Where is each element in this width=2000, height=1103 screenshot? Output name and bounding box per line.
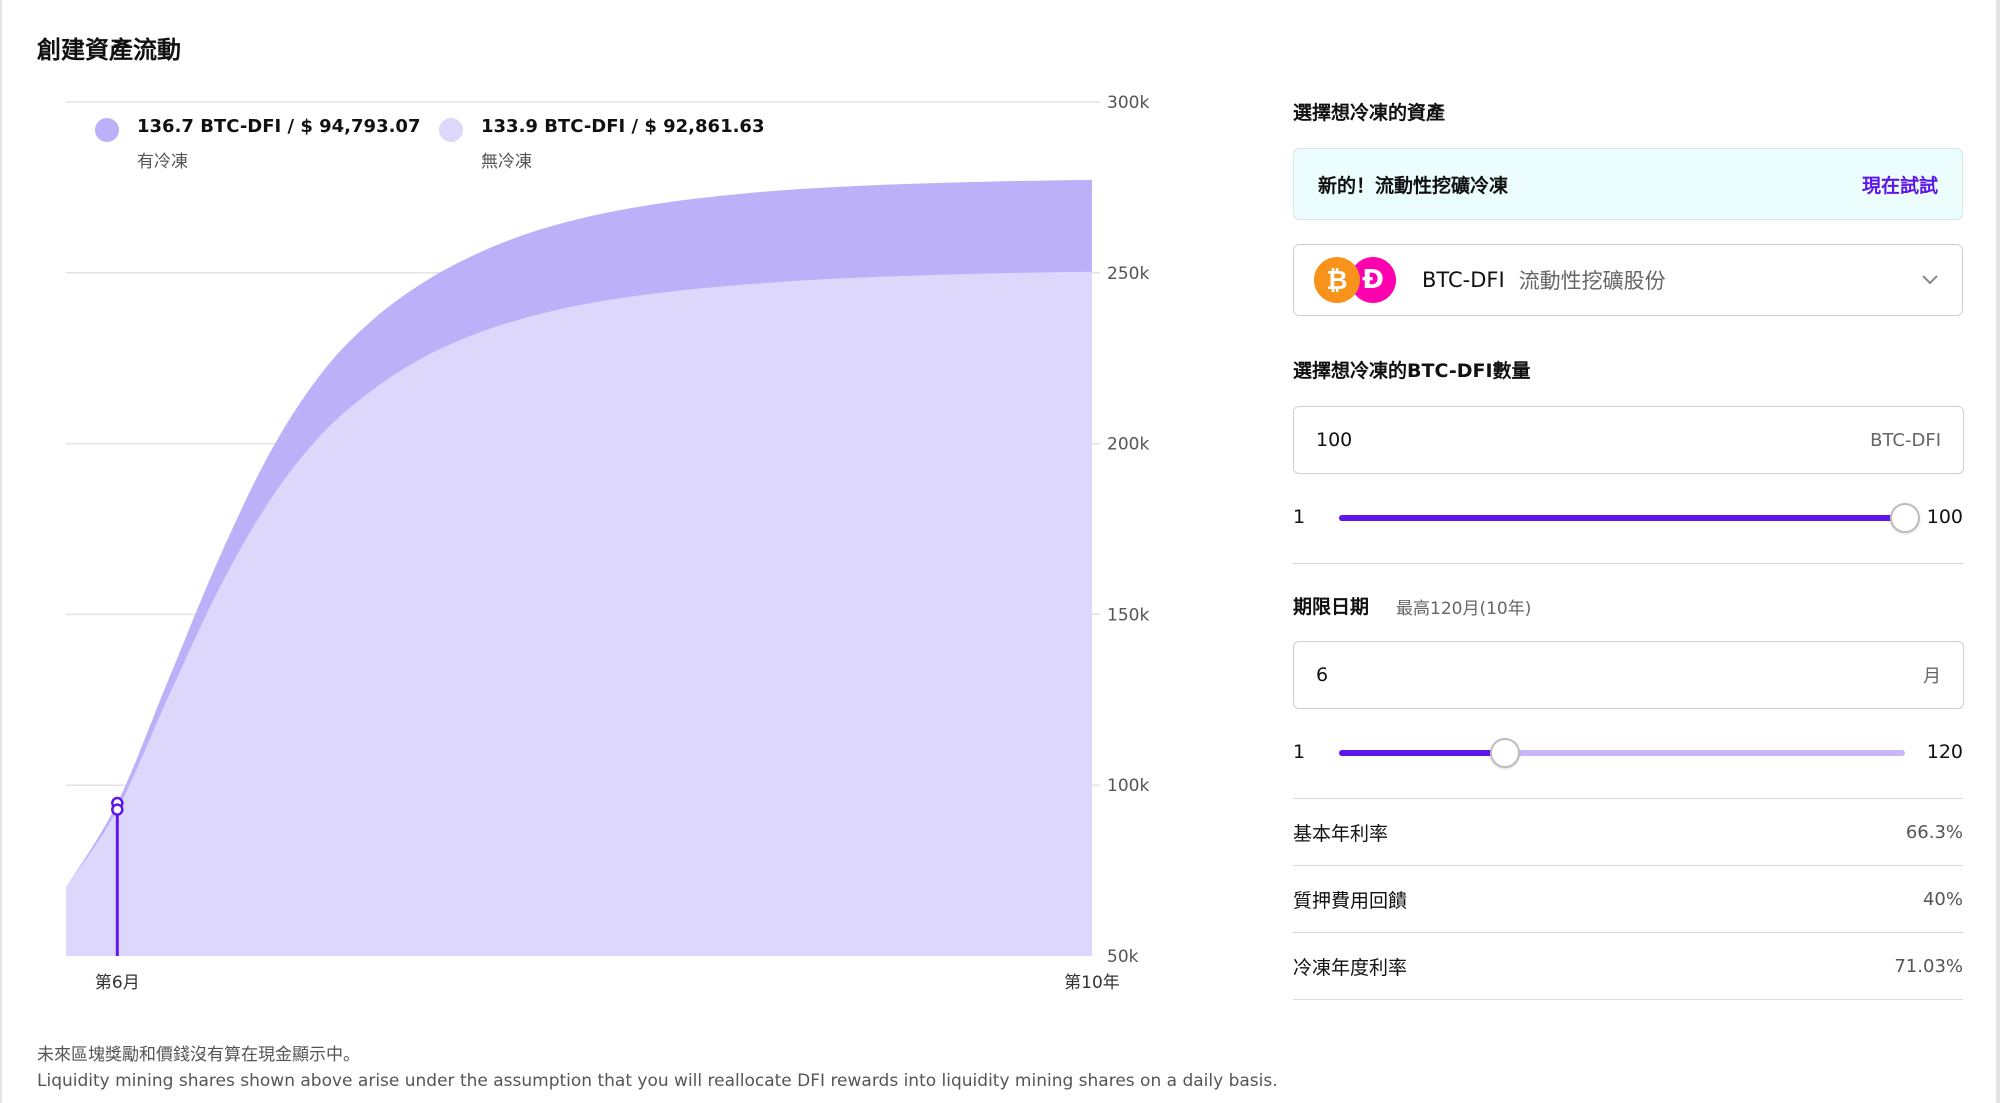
stat-row-fee-rebate: 質押費用回饋 40% — [1293, 879, 1963, 919]
amount-section-label: 選擇想冷凍的BTC-DFI數量 — [1293, 360, 1531, 382]
try-now-link[interactable]: 現在試試 — [1862, 171, 1938, 198]
x-tick-label: 第10年 — [1064, 973, 1120, 993]
chart-x-ticks: 第6月 第10年 — [95, 973, 1120, 993]
promo-banner: 新的！流動性挖礦冷凍 現在試試 — [1293, 148, 1963, 220]
divider — [1293, 865, 1963, 866]
area-series-unfrozen — [66, 271, 1092, 956]
footnote-en: Liquidity mining shares shown above aris… — [37, 1071, 1278, 1091]
term-slider-min: 1 — [1293, 741, 1306, 763]
stat-label: 質押費用回饋 — [1293, 889, 1408, 912]
asset-section-label: 選擇想冷凍的資產 — [1293, 102, 1446, 124]
term-slider[interactable]: 1 120 — [1293, 733, 1963, 773]
stat-label: 冷凍年度利率 — [1293, 956, 1408, 979]
divider — [1293, 999, 1963, 1000]
bitcoin-icon: ₿ — [1314, 257, 1360, 303]
term-input[interactable]: 6 月 — [1293, 641, 1964, 709]
footnote-zh: 未來區塊獎勵和價錢沒有算在現金顯示中。 — [37, 1045, 360, 1065]
stat-value: 66.3% — [1905, 821, 1963, 843]
coin-pair-icon: ₿ Ð — [1314, 257, 1396, 303]
term-max-hint: 最高120月(10年) — [1396, 599, 1532, 619]
asset-select[interactable]: ₿ Ð BTC-DFI 流動性挖礦股份 — [1293, 244, 1963, 316]
stat-label: 基本年利率 — [1293, 822, 1389, 845]
promo-text: 新的！流動性挖礦冷凍 — [1318, 174, 1509, 197]
amount-slider[interactable]: 1 100 — [1293, 498, 1963, 538]
amount-slider-fill — [1339, 515, 1905, 521]
divider — [1293, 932, 1963, 933]
y-tick-label: 300k — [1107, 93, 1149, 113]
amount-slider-max: 100 — [1926, 506, 1963, 528]
y-tick-label: 150k — [1107, 605, 1149, 625]
stat-value: 71.03% — [1894, 955, 1963, 977]
divider — [1293, 563, 1963, 564]
amount-slider-thumb[interactable] — [1890, 503, 1920, 533]
marker-point-unfrozen — [111, 803, 124, 816]
term-slider-track[interactable] — [1339, 738, 1905, 768]
legend-dot-icon — [439, 118, 463, 142]
y-tick-label: 100k — [1107, 776, 1149, 796]
amount-slider-min: 1 — [1293, 506, 1306, 528]
legend-label-unfrozen: 無冷凍 — [481, 152, 532, 172]
term-input-unit: 月 — [1923, 666, 1941, 687]
x-tick-label: 第6月 — [95, 973, 140, 993]
chevron-down-icon — [1922, 275, 1938, 285]
asset-pair-description: 流動性挖礦股份 — [1518, 269, 1666, 293]
term-slider-fill — [1339, 750, 1506, 756]
legend-value-frozen: 136.7 BTC-DFI / $ 94,793.07 — [137, 116, 421, 137]
stat-value: 40% — [1922, 888, 1963, 910]
amount-input-unit: BTC-DFI — [1870, 429, 1941, 451]
y-tick-label: 50k — [1107, 947, 1139, 967]
term-slider-thumb[interactable] — [1490, 738, 1521, 768]
amount-input[interactable]: 100 BTC-DFI — [1293, 406, 1964, 474]
right-frame-border — [1996, 0, 2000, 1103]
y-tick-label: 250k — [1107, 264, 1149, 284]
amount-input-value: 100 — [1316, 429, 1353, 451]
stat-row-freeze-apr: 冷凍年度利率 71.03% — [1293, 946, 1963, 986]
stat-row-base-apr: 基本年利率 66.3% — [1293, 812, 1963, 852]
term-input-value: 6 — [1316, 664, 1329, 686]
asset-pair-name: BTC-DFI — [1422, 268, 1505, 292]
legend-item-unfrozen: 133.9 BTC-DFI / $ 92,861.63 無冷凍 — [439, 116, 764, 172]
legend-label-frozen: 有冷凍 — [137, 152, 188, 172]
legend-item-frozen: 136.7 BTC-DFI / $ 94,793.07 有冷凍 — [95, 116, 420, 172]
y-tick-label: 200k — [1107, 435, 1149, 455]
legend-value-unfrozen: 133.9 BTC-DFI / $ 92,861.63 — [481, 116, 765, 137]
amount-slider-track[interactable] — [1339, 503, 1920, 533]
divider — [1293, 798, 1963, 799]
term-slider-max: 120 — [1926, 741, 1963, 763]
chart-y-ticks: 300k 250k 200k 150k 100k 50k — [1107, 93, 1149, 967]
legend-dot-icon — [95, 118, 119, 142]
term-section-label: 期限日期 — [1293, 596, 1370, 618]
